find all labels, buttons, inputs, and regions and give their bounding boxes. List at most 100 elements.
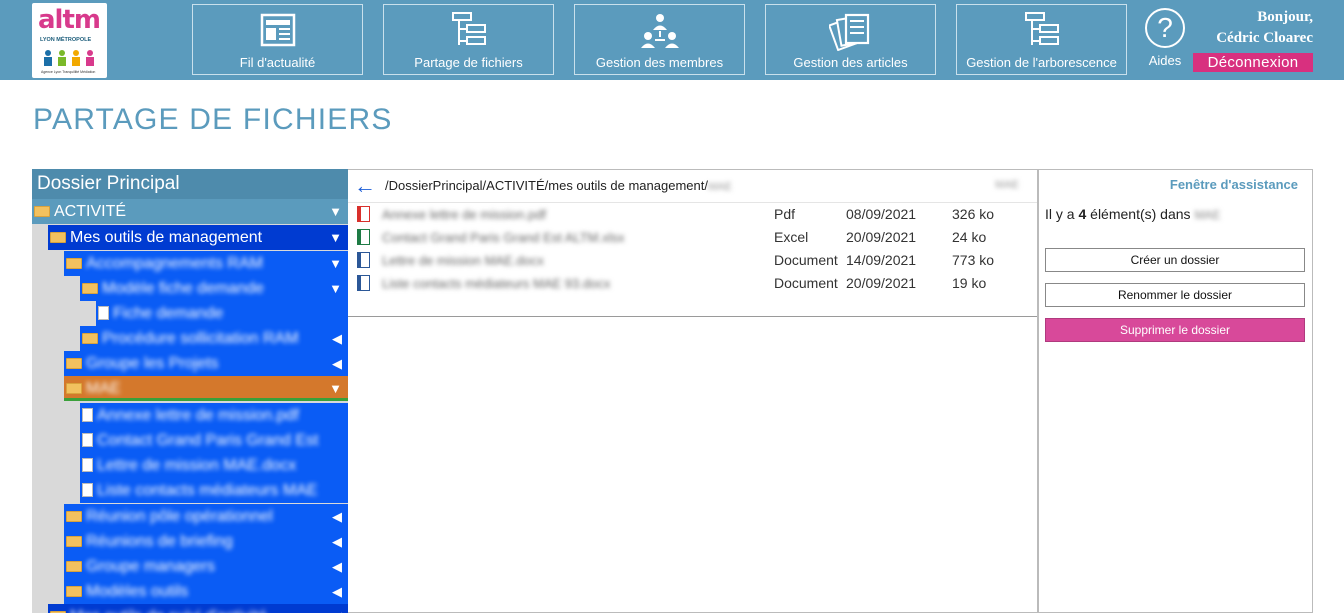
file-icon [98, 306, 109, 320]
nav-partage-fichiers[interactable]: Partage de fichiers [383, 4, 554, 75]
tree-file-item[interactable]: Liste contacts médiateurs MAE [80, 478, 348, 503]
tree-folder-item[interactable]: Mes outils de management ▼ [48, 225, 348, 250]
file-row[interactable]: Contact Grand Paris Grand Est ALTM.xlsx E… [348, 226, 1038, 249]
tree-folder-item[interactable]: Modèles outils ◀ [64, 579, 348, 604]
folder-icon [34, 206, 50, 217]
file-name: Contact Grand Paris Grand Est ALTM.xlsx [382, 230, 625, 245]
expand-arrow-icon[interactable]: ▼ [329, 199, 342, 224]
tree-folder-item[interactable]: Réunion pôle opérationnel ◀ [64, 504, 348, 529]
count-suffix: élément(s) dans [1090, 206, 1191, 222]
help-button[interactable]: ? Aides [1142, 8, 1188, 70]
tree-folder-item[interactable]: ACTIVITÉ ▼ [32, 199, 348, 224]
file-size: 773 ko [952, 252, 995, 268]
create-folder-button[interactable]: Créer un dossier [1045, 248, 1305, 272]
top-header: altm LYON MÉTROPOLE Agence Lyon Tranquil… [0, 0, 1344, 80]
tree-item-label: ACTIVITÉ [54, 203, 127, 220]
folder-icon [66, 511, 82, 522]
tree-file-item[interactable]: Contact Grand Paris Grand Est [80, 428, 348, 453]
nav-label: Fil d'actualité [239, 55, 316, 70]
collapse-arrow-icon[interactable]: ◀ [332, 529, 342, 554]
page-title: PARTAGE DE FICHIERS [33, 103, 393, 136]
folder-icon [82, 283, 98, 294]
tree-item-label: Accompagnements RAM [86, 255, 263, 272]
tree-item-label: Groupe managers [86, 558, 215, 575]
help-icon: ? [1145, 8, 1185, 48]
collapse-arrow-icon[interactable]: ◀ [332, 554, 342, 579]
collapse-arrow-icon[interactable]: ◀ [332, 351, 342, 376]
tree-folder-item[interactable]: Groupe managers ◀ [64, 554, 348, 579]
file-list-divider [348, 316, 1037, 317]
assistance-panel: Fenêtre d'assistance Il y a 4 élément(s)… [1038, 169, 1313, 613]
count-value: 4 [1078, 206, 1087, 222]
nav-label: Gestion des membres [595, 55, 724, 70]
nav-label: Gestion des articles [793, 55, 908, 70]
file-row[interactable]: Liste contacts médiateurs MAE 93.docx Doc… [348, 272, 1038, 295]
tree-item-label: Modèle fiche demande [102, 280, 264, 297]
members-icon [640, 14, 679, 48]
file-row[interactable]: Lettre de mission MAE.docx Document 14/09/… [348, 249, 1038, 272]
collapse-arrow-icon[interactable]: ◀ [332, 326, 342, 351]
tree-item-label: Procédure sollicitation RAM [102, 330, 299, 347]
tree-item-label: Réunions de briefing [86, 533, 233, 550]
tree-folder-item[interactable]: Réunions de briefing ◀ [64, 529, 348, 554]
delete-folder-button[interactable]: Supprimer le dossier [1045, 318, 1305, 342]
file-name: Annexe lettre de mission.pdf [382, 207, 547, 222]
logo-subtitle: LYON MÉTROPOLE [40, 37, 92, 43]
newspaper-icon [260, 13, 295, 47]
logo-tagline: Agence Lyon Tranquillité Médiation [41, 70, 96, 74]
nav-gestion-articles[interactable]: Gestion des articles [765, 4, 936, 75]
expand-arrow-icon[interactable]: ▼ [329, 376, 342, 398]
rename-folder-button[interactable]: Renommer le dossier [1045, 283, 1305, 307]
expand-arrow-icon[interactable]: ▼ [329, 225, 342, 250]
excel-icon [357, 229, 370, 245]
nav-fil-actualite[interactable]: Fil d'actualité [192, 4, 363, 75]
file-type: Document [774, 252, 838, 268]
file-icon [82, 483, 93, 497]
tree-item-label: Liste contacts médiateurs MAE [97, 482, 318, 499]
file-icon [82, 433, 93, 447]
tree-item-label: Contact Grand Paris Grand Est [97, 432, 319, 449]
altm-logo[interactable]: altm LYON MÉTROPOLE Agence Lyon Tranquil… [32, 3, 107, 78]
assistance-title: Fenêtre d'assistance [1169, 177, 1298, 192]
file-list-panel: ← /DossierPrincipal/ACTIVITÉ/mes outils … [348, 169, 1038, 613]
tree-folder-item[interactable]: MAE ▼ [64, 376, 348, 401]
help-label: Aides [1148, 53, 1182, 68]
logout-button[interactable]: Déconnexion [1193, 53, 1313, 72]
nav-gestion-membres[interactable]: Gestion des membres [574, 4, 745, 75]
tree-folder-item[interactable]: Groupe les Projets ◀ [64, 351, 348, 376]
collapse-arrow-icon[interactable]: ◀ [332, 579, 342, 604]
folder-icon [66, 358, 82, 369]
count-folder: MAE [1194, 208, 1221, 222]
file-date: 20/09/2021 [846, 229, 917, 245]
collapse-arrow-icon[interactable]: ◀ [332, 604, 342, 613]
file-type: Excel [774, 229, 809, 245]
folder-icon [66, 586, 82, 597]
tree-folder-item[interactable]: Accompagnements RAM ▼ [64, 251, 348, 276]
tree-file-item[interactable]: Lettre de mission MAE.docx [80, 453, 348, 478]
file-tree-icon [451, 12, 486, 45]
nav-gestion-arborescence[interactable]: Gestion de l'arborescence [956, 4, 1127, 75]
back-arrow-icon[interactable]: ← [354, 173, 376, 199]
expand-arrow-icon[interactable]: ▼ [329, 276, 342, 301]
element-count-text: Il y a 4 élément(s) dans MAE [1045, 206, 1220, 222]
tree-item-label: Mes outils de suivi d'activité [70, 608, 267, 613]
collapse-arrow-icon[interactable]: ◀ [332, 504, 342, 529]
folder-icon [82, 333, 98, 344]
tree-item-label: MAE [86, 380, 121, 397]
tree-item-label: Réunion pôle opérationnel [86, 508, 273, 525]
folder-icon [50, 232, 66, 243]
tree-file-item[interactable]: Annexe lettre de mission.pdf [80, 403, 348, 428]
file-row[interactable]: Annexe lettre de mission.pdf Pdf 08/09/202… [348, 203, 1038, 226]
tree-item-label: Groupe les Projets [86, 355, 219, 372]
file-size: 326 ko [952, 206, 995, 222]
word-icon [357, 252, 370, 268]
folder-icon [66, 536, 82, 547]
tree-folder-item[interactable]: Mes outils de suivi d'activité ◀ [48, 604, 348, 613]
tree-file-item[interactable]: Fiche demande [96, 301, 348, 326]
tree-folder-item[interactable]: Modèle fiche demande ▼ [80, 276, 348, 301]
tree-item-label: Annexe lettre de mission.pdf [97, 407, 299, 424]
tree-folder-item[interactable]: Procédure sollicitation RAM ◀ [80, 326, 348, 351]
path-right-label: MAE [995, 179, 1019, 191]
file-name: Lettre de mission MAE.docx [382, 253, 544, 268]
expand-arrow-icon[interactable]: ▼ [329, 251, 342, 276]
